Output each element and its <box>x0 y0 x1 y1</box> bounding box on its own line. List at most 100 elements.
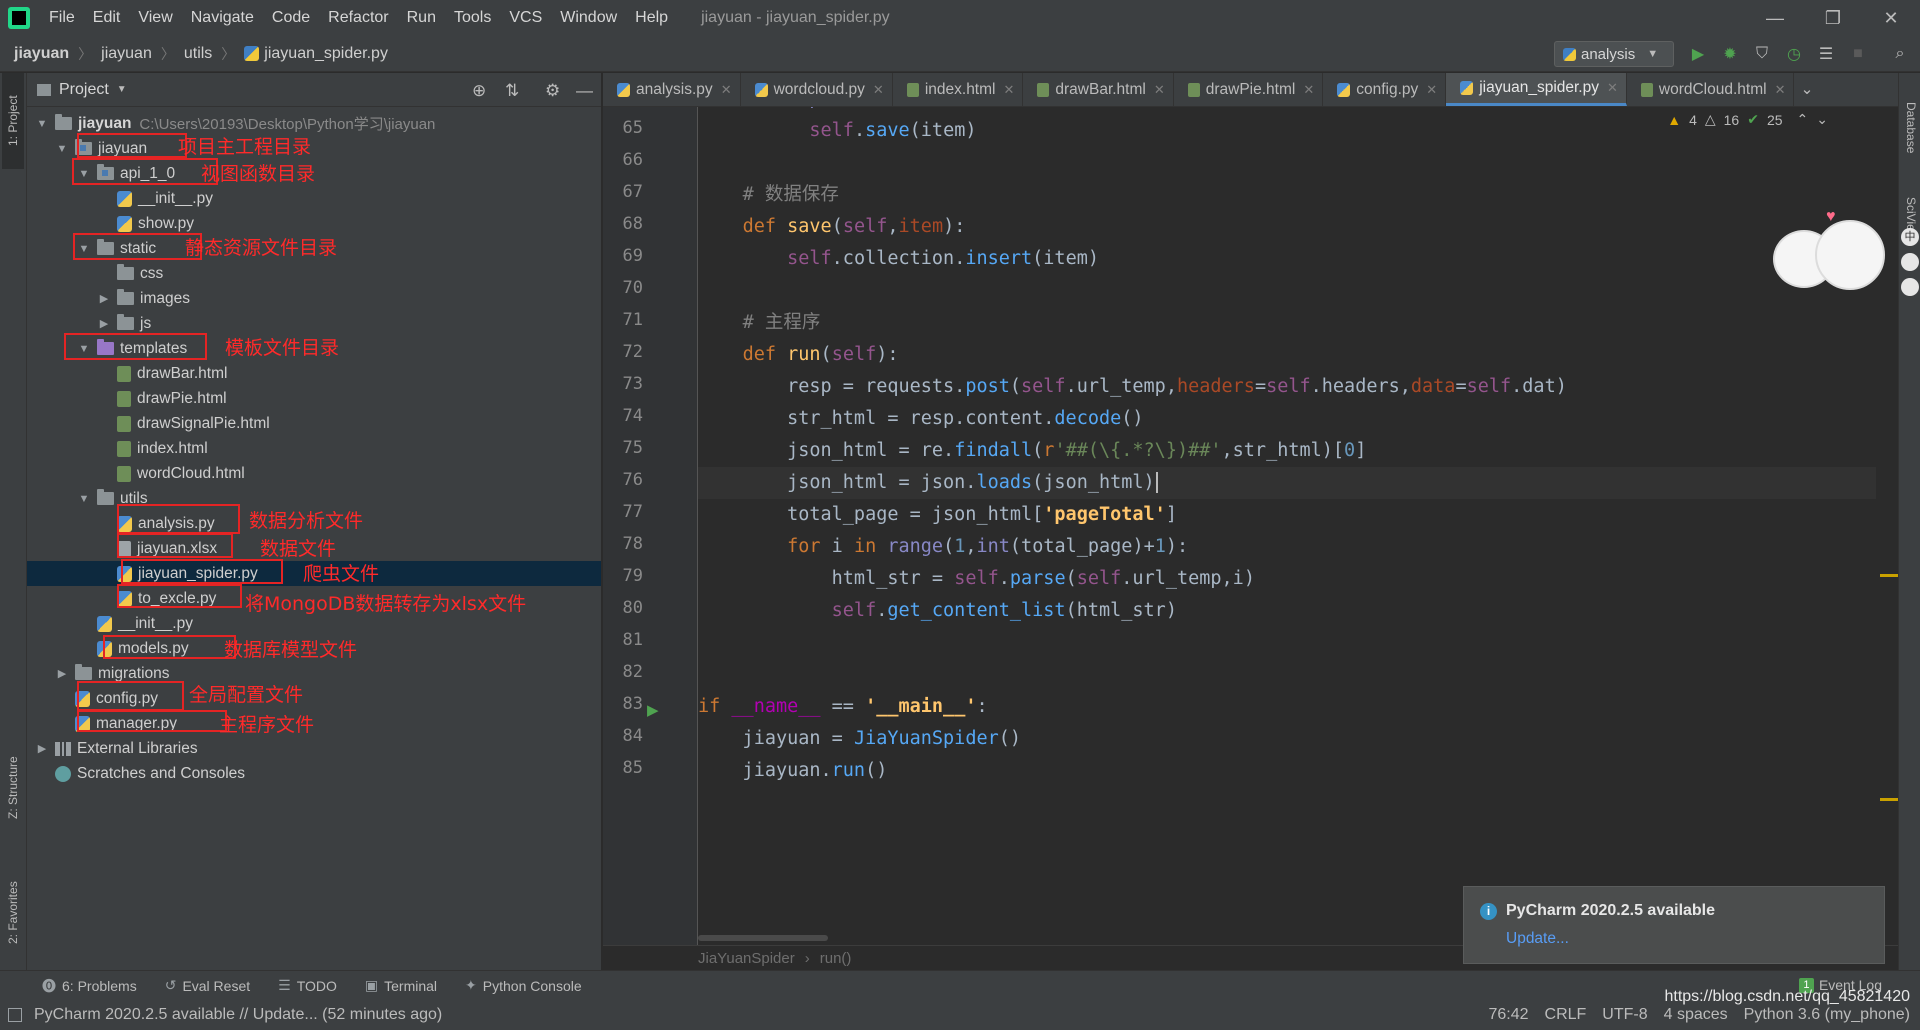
code-editor[interactable]: 64 65 66 67 68 69 70 71 72 73 74 75 76 7… <box>603 107 1898 945</box>
gear-icon[interactable]: ⚙ <box>545 81 560 101</box>
chevron-right-icon[interactable]: ▶ <box>35 742 49 755</box>
indent-setting[interactable]: 4 spaces <box>1664 1006 1728 1024</box>
close-icon[interactable]: ✕ <box>1775 82 1786 98</box>
menu-vcs[interactable]: VCS <box>500 9 551 27</box>
menu-navigate[interactable]: Navigate <box>182 9 263 27</box>
stop-icon[interactable]: ■ <box>1848 44 1868 64</box>
menu-run[interactable]: Run <box>398 9 445 27</box>
menu-window[interactable]: Window <box>551 9 626 27</box>
tree-row[interactable]: drawSignalPie.html <box>27 411 601 436</box>
warning-marker[interactable] <box>1880 574 1898 577</box>
tab-drawpie-html[interactable]: drawPie.html ✕ <box>1174 73 1324 106</box>
chevron-down-icon[interactable]: ⌄ <box>1816 111 1828 128</box>
close-icon[interactable]: ✕ <box>1154 82 1165 98</box>
line-separator[interactable]: CRLF <box>1545 1006 1587 1024</box>
python-console-button[interactable]: ✦ Python Console <box>465 977 582 994</box>
profile-icon[interactable]: ◷ <box>1784 44 1804 64</box>
code-breadcrumb-class[interactable]: JiaYuanSpider <box>698 950 795 967</box>
typo-count: 25 <box>1766 111 1783 128</box>
python-interpreter[interactable]: Python 3.6 (my_phone) <box>1744 1006 1910 1024</box>
breadcrumb-package[interactable]: jiayuan <box>101 45 152 63</box>
close-icon[interactable]: ✕ <box>721 82 732 98</box>
ime-settings-icon[interactable] <box>1901 278 1919 296</box>
breadcrumb-utils[interactable]: utils <box>184 45 212 63</box>
eval-reset-button[interactable]: ↺ Eval Reset <box>165 977 250 994</box>
tab-wordcloud-py[interactable]: wordcloud.py ✕ <box>741 73 893 106</box>
tab-index-html[interactable]: index.html ✕ <box>893 73 1024 106</box>
hide-panel-icon[interactable]: — <box>576 81 593 101</box>
tree-row[interactable]: drawPie.html <box>27 386 601 411</box>
collapse-all-icon[interactable]: ⇅ <box>505 81 519 101</box>
tree-row[interactable]: __init__.py <box>27 186 601 211</box>
menu-view[interactable]: View <box>129 9 181 27</box>
tab-analysis-py[interactable]: analysis.py ✕ <box>603 73 741 106</box>
close-icon[interactable]: ✕ <box>1607 80 1618 96</box>
status-message[interactable]: PyCharm 2020.2.5 available // Update... … <box>34 1006 442 1024</box>
restore-button[interactable]: ❐ <box>1804 0 1862 36</box>
run-icon[interactable]: ▶ <box>1688 44 1708 64</box>
problems-button[interactable]: ⓿ 6: Problems <box>42 976 137 996</box>
ime-icon[interactable]: 中 <box>1901 228 1919 246</box>
tab-label: wordcloud.py <box>773 80 865 98</box>
chevron-down-icon[interactable]: ▼ <box>35 118 49 130</box>
close-window-button[interactable]: ✕ <box>1862 0 1920 36</box>
tree-row[interactable]: wordCloud.html <box>27 461 601 486</box>
close-icon[interactable]: ✕ <box>1426 82 1437 98</box>
annotation-label: 静态资源文件目录 <box>185 237 338 259</box>
menu-help[interactable]: Help <box>626 9 677 27</box>
run-with-coverage-icon[interactable]: ⛉ <box>1752 44 1772 64</box>
tree-row[interactable]: index.html <box>27 436 601 461</box>
chevron-right-icon[interactable]: ▶ <box>97 292 111 305</box>
warning-marker[interactable] <box>1880 798 1898 801</box>
close-icon[interactable]: ✕ <box>1303 82 1314 98</box>
breadcrumb-project[interactable]: jiayuan <box>14 45 69 63</box>
tab-database[interactable]: Database <box>1900 83 1920 173</box>
breadcrumb-file[interactable]: jiayuan_spider.py <box>264 45 388 63</box>
file-encoding[interactable]: UTF-8 <box>1602 1006 1647 1024</box>
tree-row[interactable]: drawBar.html <box>27 361 601 386</box>
tab-list-chevron-icon[interactable]: ⌄ <box>1794 73 1821 106</box>
chevron-right-icon[interactable]: ▶ <box>55 667 69 680</box>
tree-row[interactable]: Scratches and Consoles <box>27 761 601 786</box>
project-panel-title[interactable]: Project <box>59 81 109 99</box>
update-link[interactable]: Update... <box>1506 930 1569 948</box>
locate-file-icon[interactable]: ⊕ <box>472 81 486 101</box>
tab-project[interactable]: 1: Project <box>2 73 24 169</box>
caret-position[interactable]: 76:42 <box>1488 1006 1528 1024</box>
terminal-button[interactable]: ▣ Terminal <box>365 977 437 994</box>
close-icon[interactable]: ✕ <box>1003 82 1014 98</box>
chevron-up-icon[interactable]: ⌃ <box>1797 111 1809 128</box>
menu-tools[interactable]: Tools <box>445 9 500 27</box>
tab-wordcloud-html[interactable]: wordCloud.html ✕ <box>1627 73 1795 106</box>
code-breadcrumb-method[interactable]: run() <box>820 950 852 967</box>
todo-button[interactable]: ☰ TODO <box>278 977 337 994</box>
minimize-button[interactable]: — <box>1746 0 1804 36</box>
chevron-down-icon[interactable]: ▼ <box>55 143 69 155</box>
tab-jiayuan-spider-py[interactable]: jiayuan_spider.py ✕ <box>1446 73 1627 106</box>
build-icon[interactable]: ☰ <box>1816 44 1836 64</box>
chevron-down-icon[interactable]: ▼ <box>117 84 127 95</box>
tree-row[interactable]: ▶ images <box>27 286 601 311</box>
debug-icon[interactable]: ✹ <box>1720 44 1740 64</box>
search-icon[interactable]: ⌕ <box>1890 44 1910 64</box>
tab-structure[interactable]: Z: Structure <box>2 733 24 843</box>
menu-edit[interactable]: Edit <box>84 9 130 27</box>
chevron-down-icon[interactable]: ▼ <box>77 493 91 505</box>
tool-windows-toggle-icon[interactable] <box>8 1008 22 1022</box>
line-number: 65 <box>622 118 643 138</box>
ime-mode-icon[interactable] <box>1901 253 1919 271</box>
tab-favorites[interactable]: 2: Favorites <box>2 863 24 963</box>
tree-row[interactable]: css <box>27 261 601 286</box>
tab-drawbar-html[interactable]: drawBar.html ✕ <box>1023 73 1174 106</box>
horizontal-scrollbar[interactable] <box>698 935 828 941</box>
run-configuration-select[interactable]: analysis ▼ <box>1554 41 1674 67</box>
close-icon[interactable]: ✕ <box>873 82 884 98</box>
tree-row[interactable]: ▶ External Libraries <box>27 736 601 761</box>
chevron-right-icon[interactable]: ▶ <box>97 317 111 330</box>
menu-refactor[interactable]: Refactor <box>319 9 397 27</box>
inspection-widget[interactable]: ▲ 4 △ 16 ✔ 25 ⌃ ⌄ <box>1667 111 1828 128</box>
menu-code[interactable]: Code <box>263 9 319 27</box>
run-gutter-icon[interactable]: ▶ <box>647 701 659 719</box>
menu-file[interactable]: File <box>40 9 84 27</box>
tab-config-py[interactable]: config.py ✕ <box>1323 73 1447 106</box>
